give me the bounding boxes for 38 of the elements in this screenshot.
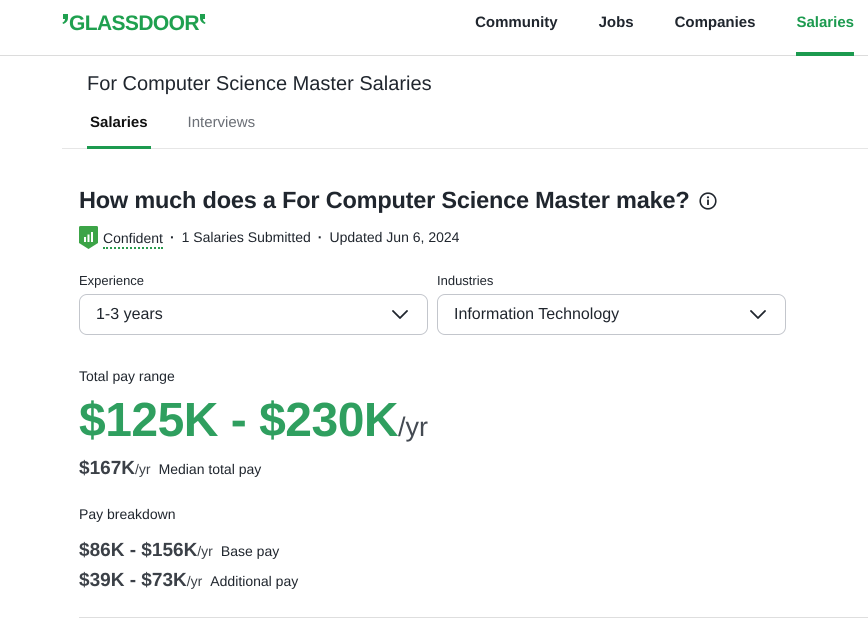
dropdown[interactable]: 1-3 years xyxy=(79,294,428,335)
page-title: For Computer Science Master Salaries xyxy=(87,72,432,96)
unit-text: /yr xyxy=(398,412,428,443)
dropdown-label: Industries xyxy=(437,273,494,289)
nav-link[interactable]: Community xyxy=(475,0,558,56)
chevron-down-icon xyxy=(750,310,766,319)
nav-link[interactable]: Companies xyxy=(674,0,756,56)
nav-link[interactable]: Salaries xyxy=(796,0,854,56)
section-label: Pay breakdown xyxy=(79,506,176,522)
median-amount: $167K xyxy=(79,457,135,481)
tab[interactable]: Interviews xyxy=(184,100,258,149)
nav-link[interactable]: Jobs xyxy=(598,0,634,56)
logo-mark-icon xyxy=(200,14,206,24)
unit-text: /yr xyxy=(135,461,151,477)
unit-text: /yr xyxy=(186,573,202,589)
separator-dot: · xyxy=(318,228,322,247)
dropdown-value: 1-3 years xyxy=(96,306,163,324)
meta-text: Updated Jun 6, 2024 xyxy=(329,228,460,247)
dropdown-value: Information Technology xyxy=(454,306,620,324)
total-pay-range: $125K - $230K xyxy=(79,393,398,449)
median-label: Median total pay xyxy=(158,461,262,477)
pay-range: $86K - $156K xyxy=(79,539,198,563)
dropdown[interactable]: Information Technology xyxy=(437,294,786,335)
question-heading: How much does a For Computer Science Master make? xyxy=(79,186,690,214)
logo-mark-icon xyxy=(62,14,68,24)
confidence-label[interactable]: Confident xyxy=(103,229,163,249)
meta-text: 1 Salaries Submitted xyxy=(182,228,311,247)
separator-dot: · xyxy=(170,228,175,247)
pay-label: Base pay xyxy=(220,543,280,559)
pay-range: $39K - $73K xyxy=(79,569,187,593)
info-icon[interactable] xyxy=(698,192,717,210)
dropdown-label: Experience xyxy=(79,273,144,289)
unit-text: /yr xyxy=(197,543,213,559)
confidence-shield-icon xyxy=(79,226,98,248)
tab[interactable]: Salaries xyxy=(87,100,151,149)
pay-label: Additional pay xyxy=(210,573,298,589)
section-label: Total pay range xyxy=(79,368,175,384)
chevron-down-icon xyxy=(392,310,408,319)
